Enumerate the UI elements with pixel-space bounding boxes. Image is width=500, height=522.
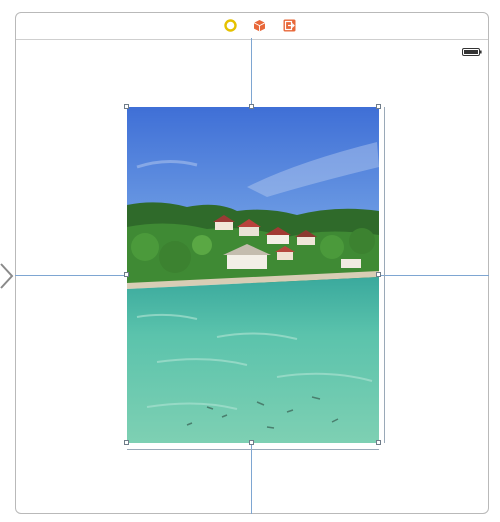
view-controller-icon[interactable] [224, 19, 237, 32]
scene-dock [16, 13, 488, 40]
resize-handle-bottom-left[interactable] [124, 440, 129, 445]
height-indicator [384, 107, 385, 443]
resize-handle-top-left[interactable] [124, 104, 129, 109]
resize-handle-left[interactable] [124, 272, 129, 277]
resize-handle-top-right[interactable] [376, 104, 381, 109]
resize-handle-right[interactable] [376, 272, 381, 277]
first-responder-icon[interactable] [253, 19, 266, 32]
image-view[interactable] [127, 107, 379, 443]
width-indicator [127, 449, 379, 450]
battery-icon [462, 43, 482, 56]
beach-photo [127, 107, 379, 443]
resize-handle-bottom-right[interactable] [376, 440, 381, 445]
exit-icon[interactable] [283, 19, 296, 32]
entry-point-arrow-icon[interactable] [0, 262, 14, 290]
resize-handle-bottom[interactable] [249, 440, 254, 445]
resize-handle-top[interactable] [249, 104, 254, 109]
